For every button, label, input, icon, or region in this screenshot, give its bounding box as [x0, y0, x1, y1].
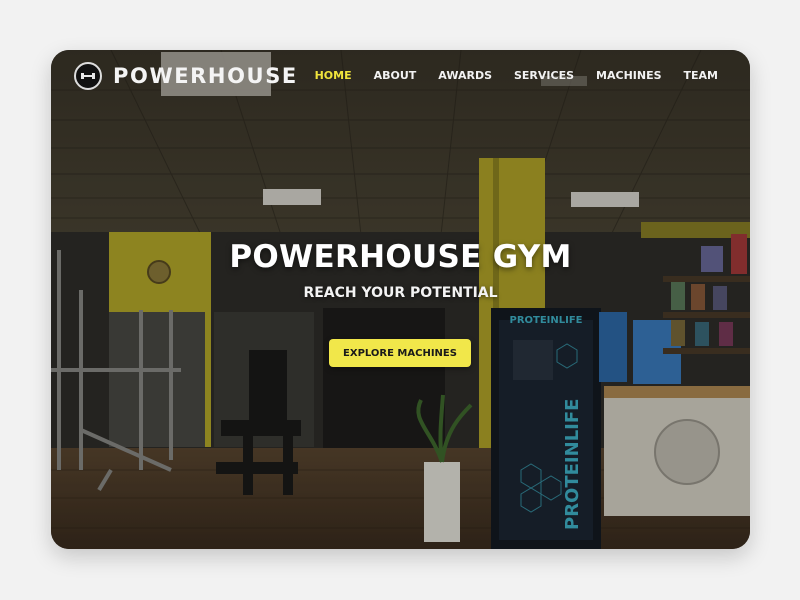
hero-subtitle: REACH YOUR POTENTIAL	[303, 285, 498, 301]
explore-machines-button[interactable]: EXPLORE MACHINES	[329, 339, 471, 367]
browser-frame: PROTEINLIFE PROTEINLIFE POWERHOUSE HOME …	[51, 50, 750, 549]
nav-menu: HOME ABOUT AWARDS SERVICES MACHINES TEAM	[315, 69, 718, 82]
nav-item-awards[interactable]: AWARDS	[438, 69, 492, 82]
hero-title: POWERHOUSE GYM	[229, 239, 572, 275]
nav-item-machines[interactable]: MACHINES	[596, 69, 661, 82]
brand-name[interactable]: POWERHOUSE	[113, 64, 298, 88]
top-nav: POWERHOUSE HOME ABOUT AWARDS SERVICES MA…	[51, 50, 750, 102]
dumbbell-icon[interactable]	[74, 62, 102, 90]
nav-item-home[interactable]: HOME	[315, 69, 352, 82]
nav-item-team[interactable]: TEAM	[684, 69, 718, 82]
nav-item-services[interactable]: SERVICES	[514, 69, 574, 82]
nav-item-about[interactable]: ABOUT	[374, 69, 417, 82]
